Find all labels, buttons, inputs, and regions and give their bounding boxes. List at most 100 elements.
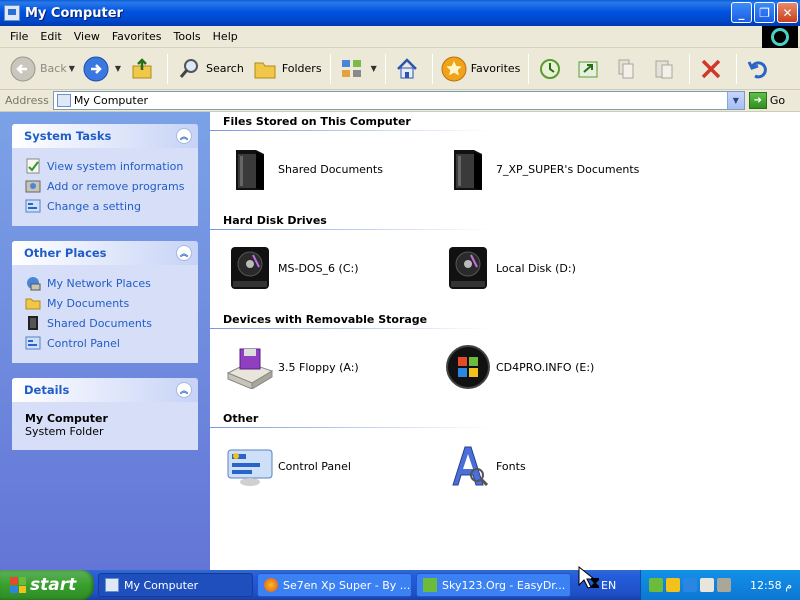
favorites-button[interactable]: Favorites <box>437 52 525 86</box>
copy-to-icon <box>613 56 639 82</box>
shared-documents-item[interactable]: Shared Documents <box>226 145 383 193</box>
chevron-down-icon[interactable]: ▼ <box>726 92 744 109</box>
fonts-icon <box>444 442 492 490</box>
window-title: My Computer <box>25 5 123 21</box>
change-setting-link[interactable]: Change a setting <box>25 196 190 216</box>
menu-file[interactable]: File <box>4 30 34 43</box>
undo-button[interactable] <box>741 52 779 86</box>
copy-to-button[interactable] <box>609 52 647 86</box>
menu-tools[interactable]: Tools <box>168 30 207 43</box>
forward-button[interactable]: ▼ <box>79 52 125 86</box>
taskbar-button-sky123[interactable]: Sky123.Org - EasyDr... <box>416 573 571 597</box>
views-button[interactable]: ▼ <box>335 52 381 86</box>
user-documents-item[interactable]: 7_XP_SUPER's Documents <box>444 145 639 193</box>
other-places-header[interactable]: Other Places ︽ <box>12 241 198 265</box>
windows-logo-icon <box>762 26 798 48</box>
folder-icon <box>252 56 278 82</box>
delete-x-icon <box>698 56 724 82</box>
view-system-information-link[interactable]: View system information <box>25 156 190 176</box>
item-label: Shared Documents <box>278 162 383 176</box>
taskbar-button-my-computer[interactable]: My Computer <box>98 573 253 597</box>
maximize-button[interactable]: ❐ <box>754 2 775 23</box>
toolbar-separator <box>528 53 530 84</box>
folders-button[interactable]: Folders <box>248 52 326 86</box>
close-button[interactable]: ✕ <box>777 2 798 23</box>
network-places-icon <box>25 275 41 291</box>
tray-app-icon[interactable] <box>700 578 714 592</box>
windows-disc-icon <box>444 343 492 391</box>
chevron-down-icon[interactable]: ▼ <box>69 64 75 73</box>
collapse-icon[interactable]: ︽ <box>176 245 192 261</box>
history-button[interactable] <box>533 52 571 86</box>
window-controls: _ ❐ ✕ <box>731 2 798 23</box>
add-remove-programs-link[interactable]: Add or remove programs <box>25 176 190 196</box>
menu-favorites[interactable]: Favorites <box>106 30 168 43</box>
collapse-icon[interactable]: ︽ <box>176 128 192 144</box>
menu-edit[interactable]: Edit <box>34 30 67 43</box>
drive-c-item[interactable]: MS-DOS_6 (C:) <box>226 244 359 292</box>
title-bar[interactable]: My Computer _ ❐ ✕ <box>0 0 800 26</box>
hdd-group-header: Hard Disk Drives <box>223 214 327 227</box>
control-panel-icon <box>25 198 41 214</box>
menu-help[interactable]: Help <box>207 30 244 43</box>
my-network-places-link[interactable]: My Network Places <box>25 273 190 293</box>
tray-app-icon[interactable] <box>649 578 663 592</box>
taskbar-button-se7en[interactable]: Se7en Xp Super - By ... <box>257 573 412 597</box>
move-to-button[interactable] <box>571 52 609 86</box>
start-button[interactable]: start <box>0 570 94 600</box>
paste-icon <box>651 56 677 82</box>
removable-group-header: Devices with Removable Storage <box>223 313 428 326</box>
other-group-header: Other <box>223 412 259 425</box>
home-button[interactable] <box>390 52 428 86</box>
clock[interactable]: 12:58 م <box>750 579 792 592</box>
up-folder-icon <box>129 56 155 82</box>
control-panel-item[interactable]: Control Panel <box>226 442 351 490</box>
tray-app-icon[interactable] <box>666 578 680 592</box>
chevron-down-icon[interactable]: ▼ <box>115 64 121 73</box>
undo-icon <box>745 56 771 82</box>
system-tasks-header[interactable]: System Tasks ︽ <box>12 124 198 148</box>
details-header[interactable]: Details ︽ <box>12 378 198 402</box>
item-label: Control Panel <box>278 459 351 473</box>
paste-button[interactable] <box>647 52 685 86</box>
address-input[interactable]: My Computer ▼ <box>52 91 745 110</box>
go-arrow-icon: ➜ <box>748 92 767 109</box>
collapse-icon[interactable]: ︽ <box>176 382 192 398</box>
up-folder-button[interactable] <box>125 52 163 86</box>
add-remove-programs-icon <box>25 178 41 194</box>
minimize-button[interactable]: _ <box>731 2 752 23</box>
language-indicator[interactable]: EN <box>601 579 627 592</box>
folders-label: Folders <box>281 62 322 75</box>
back-button[interactable]: Back ▼ <box>6 52 79 86</box>
details-title: Details <box>24 383 70 397</box>
go-button[interactable]: ➜ Go <box>748 92 785 109</box>
control-panel-link[interactable]: Control Panel <box>25 333 190 353</box>
group-divider <box>210 427 490 428</box>
chevron-down-icon[interactable]: ▼ <box>371 64 377 73</box>
my-network-places-label: My Network Places <box>47 276 151 290</box>
star-icon <box>441 56 467 82</box>
my-computer-icon <box>56 94 71 107</box>
fonts-item[interactable]: Fonts <box>444 442 526 490</box>
history-icon <box>537 56 563 82</box>
delete-button[interactable] <box>694 52 732 86</box>
tray-app-icon[interactable] <box>717 578 731 592</box>
favorites-label: Favorites <box>470 62 521 75</box>
tray-app-icon[interactable] <box>683 578 697 592</box>
drive-d-item[interactable]: Local Disk (D:) <box>444 244 576 292</box>
system-tray: 12:58 م <box>640 570 800 600</box>
search-button[interactable]: Search <box>172 52 248 86</box>
toolbar-separator <box>689 53 691 84</box>
move-to-icon <box>575 56 601 82</box>
shared-documents-link[interactable]: Shared Documents <box>25 313 190 333</box>
cd-drive-item[interactable]: CD4PRO.INFO (E:) <box>444 343 594 391</box>
driver-icon <box>423 578 437 592</box>
menu-view[interactable]: View <box>68 30 106 43</box>
floppy-drive-item[interactable]: 3.5 Floppy (A:) <box>226 343 359 391</box>
hard-disk-icon <box>444 244 492 292</box>
back-arrow-icon <box>10 56 36 82</box>
my-documents-link[interactable]: My Documents <box>25 293 190 313</box>
toolbar-separator <box>167 53 169 84</box>
my-computer-icon <box>105 578 119 592</box>
details-name: My Computer <box>25 412 108 425</box>
